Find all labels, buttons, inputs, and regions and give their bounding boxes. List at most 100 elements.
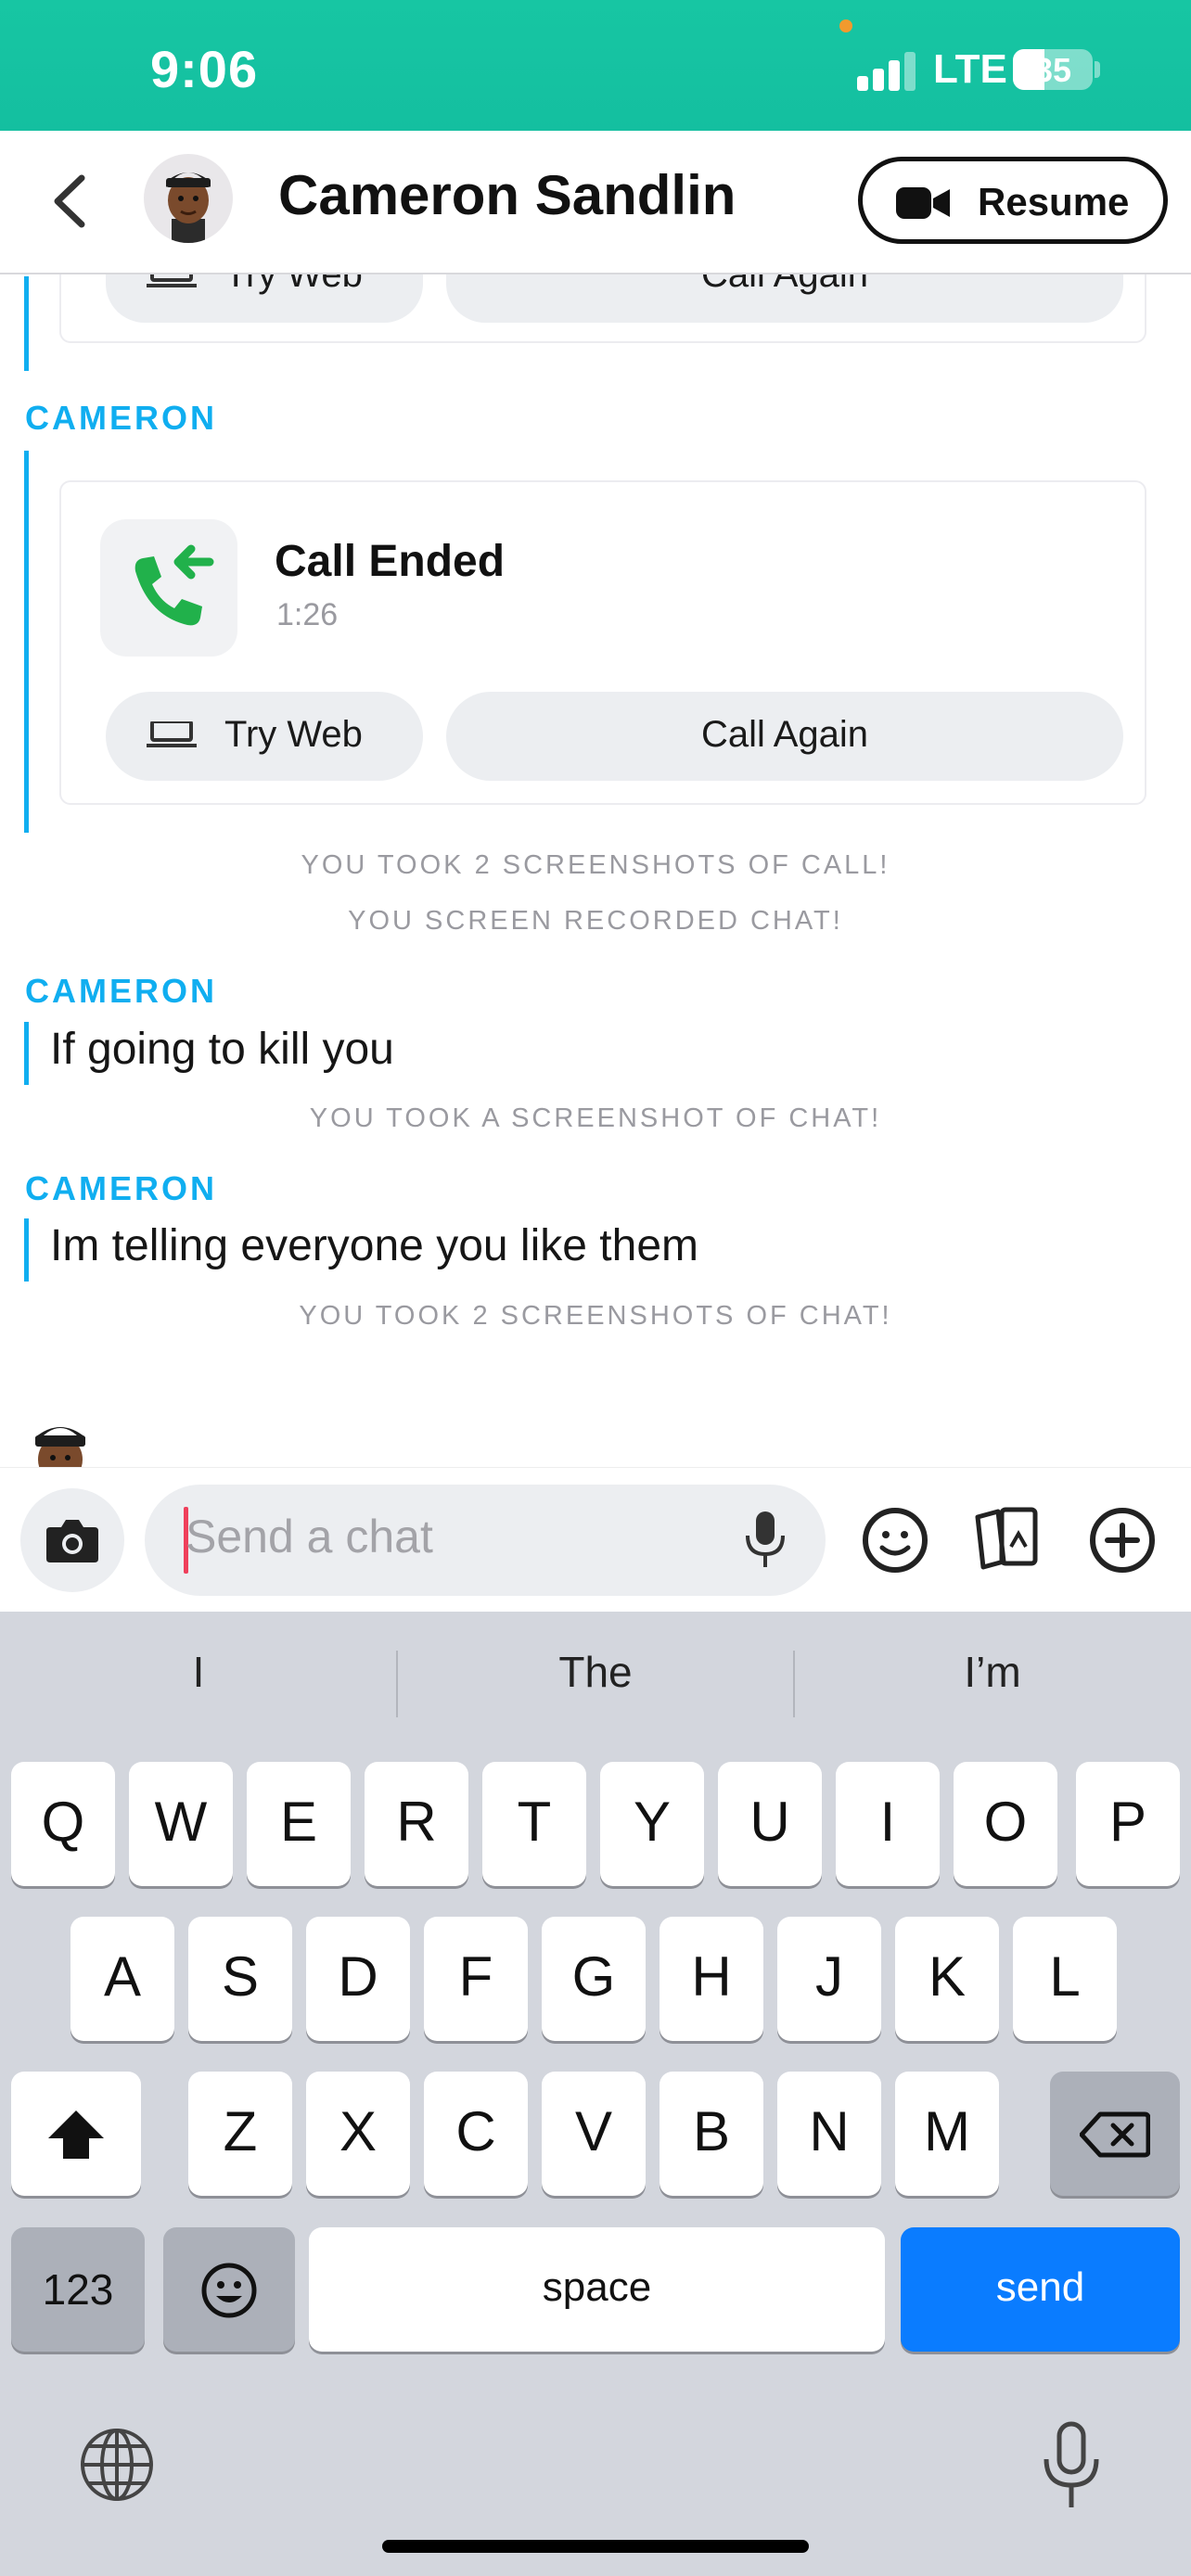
- suggestion-3[interactable]: I’m: [794, 1647, 1191, 1697]
- key-label: send: [995, 2264, 1085, 2310]
- key-label: K: [928, 1945, 967, 2008]
- memories-cards-icon[interactable]: [970, 1500, 1044, 1575]
- key-o[interactable]: O: [954, 1762, 1057, 1886]
- sender-label: CAMERON: [25, 1169, 217, 1207]
- signal-icon: [857, 50, 918, 91]
- key-l[interactable]: L: [1013, 1917, 1117, 2041]
- key-b[interactable]: B: [660, 2072, 763, 2196]
- resume-label: Resume: [978, 180, 1130, 223]
- video-camera-icon: [896, 187, 950, 219]
- shift-arrow-icon: [48, 2111, 104, 2159]
- key-g[interactable]: G: [542, 1917, 646, 2041]
- key-label: D: [338, 1945, 378, 2008]
- emoji-key[interactable]: [163, 2227, 295, 2352]
- chat-message[interactable]: Im telling everyone you like them: [50, 1220, 698, 1271]
- key-label: Z: [223, 2100, 258, 2162]
- key-label: N: [809, 2100, 850, 2162]
- key-n[interactable]: N: [777, 2072, 881, 2196]
- plus-icon[interactable]: [1085, 1503, 1159, 1577]
- back-chevron-icon[interactable]: [48, 172, 91, 230]
- key-label: T: [517, 1791, 552, 1853]
- key-r[interactable]: R: [365, 1762, 468, 1886]
- key-s[interactable]: S: [188, 1917, 292, 2041]
- key-u[interactable]: U: [718, 1762, 822, 1886]
- call-icon-tile: [100, 519, 237, 657]
- try-web-button[interactable]: Try Web: [106, 692, 423, 781]
- battery-icon: 35: [1013, 49, 1093, 90]
- typing-bitmoji: [19, 1408, 102, 1467]
- call-duration: 1:26: [276, 597, 339, 632]
- backspace-icon: [1079, 2111, 1151, 2158]
- network-type: LTE: [933, 46, 1007, 92]
- key-label: I: [879, 1791, 896, 1853]
- try-web-label: Try Web: [224, 714, 363, 755]
- key-c[interactable]: C: [424, 2072, 528, 2196]
- key-w[interactable]: W: [129, 1762, 233, 1886]
- message-accent-bar: [24, 276, 29, 371]
- key-label: O: [983, 1791, 1028, 1853]
- key-label: H: [691, 1945, 732, 2008]
- message-accent-bar: [24, 1022, 29, 1085]
- key-label: B: [692, 2100, 731, 2162]
- key-j[interactable]: J: [777, 1917, 881, 2041]
- key-label: Y: [633, 1791, 672, 1853]
- key-k[interactable]: K: [895, 1917, 999, 2041]
- contact-name[interactable]: Cameron Sandlin: [278, 163, 736, 227]
- key-m[interactable]: M: [895, 2072, 999, 2196]
- key-label: S: [221, 1945, 260, 2008]
- call-again-button[interactable]: Call Again: [446, 692, 1123, 781]
- key-f[interactable]: F: [424, 1917, 528, 2041]
- dictation-mic-icon[interactable]: [1041, 2420, 1102, 2513]
- numbers-key[interactable]: 123: [11, 2227, 145, 2352]
- key-z[interactable]: Z: [188, 2072, 292, 2196]
- key-v[interactable]: V: [542, 2072, 646, 2196]
- globe-icon[interactable]: [78, 2426, 156, 2504]
- key-label: G: [571, 1945, 616, 2008]
- key-y[interactable]: Y: [600, 1762, 704, 1886]
- system-notice: YOU TOOK 2 SCREENSHOTS OF CHAT!: [299, 1301, 892, 1331]
- microphone-icon[interactable]: [742, 1510, 788, 1571]
- suggestion-2[interactable]: The: [397, 1647, 794, 1697]
- system-notice: YOU TOOK A SCREENSHOT OF CHAT!: [309, 1103, 882, 1133]
- key-p[interactable]: P: [1076, 1762, 1180, 1886]
- key-x[interactable]: X: [306, 2072, 410, 2196]
- key-label: U: [749, 1791, 790, 1853]
- message-accent-bar: [24, 451, 29, 833]
- emoji-smiley-icon: [201, 2263, 257, 2318]
- key-label: P: [1108, 1791, 1147, 1853]
- home-indicator[interactable]: [382, 2540, 809, 2553]
- send-key[interactable]: send: [901, 2227, 1180, 2352]
- key-label: J: [815, 1945, 843, 2008]
- key-e[interactable]: E: [247, 1762, 351, 1886]
- bitmoji-avatar[interactable]: [144, 154, 233, 243]
- chat-input-placeholder: Send a chat: [186, 1511, 433, 1562]
- call-status-title: Call Ended: [275, 537, 506, 586]
- camera-button[interactable]: [20, 1488, 124, 1592]
- suggestion-1[interactable]: I: [0, 1647, 397, 1697]
- message-accent-bar: [24, 1218, 29, 1282]
- key-h[interactable]: H: [660, 1917, 763, 2041]
- sender-label: CAMERON: [25, 972, 217, 1010]
- delete-key[interactable]: [1050, 2072, 1180, 2196]
- key-label: A: [103, 1945, 142, 2008]
- key-label: F: [458, 1945, 493, 2008]
- shift-key[interactable]: [11, 2072, 141, 2196]
- space-key[interactable]: space: [309, 2227, 885, 2352]
- key-i[interactable]: I: [836, 1762, 940, 1886]
- privacy-indicator-dot: [839, 19, 852, 32]
- key-label: space: [542, 2264, 652, 2310]
- chat-message[interactable]: If going to kill you: [50, 1024, 394, 1075]
- key-d[interactable]: D: [306, 1917, 410, 2041]
- camera-icon: [46, 1520, 98, 1562]
- key-t[interactable]: T: [482, 1762, 586, 1886]
- key-label: R: [396, 1791, 437, 1853]
- resume-call-button[interactable]: Resume: [858, 157, 1168, 244]
- system-notice: YOU SCREEN RECORDED CHAT!: [348, 906, 843, 936]
- key-label: Q: [41, 1791, 85, 1853]
- key-label: C: [455, 2100, 496, 2162]
- key-a[interactable]: A: [70, 1917, 174, 2041]
- key-q[interactable]: Q: [11, 1762, 115, 1886]
- sticker-smiley-icon[interactable]: [858, 1503, 932, 1577]
- system-notice: YOU TOOK 2 SCREENSHOTS OF CALL!: [301, 850, 890, 880]
- key-label: M: [924, 2100, 970, 2162]
